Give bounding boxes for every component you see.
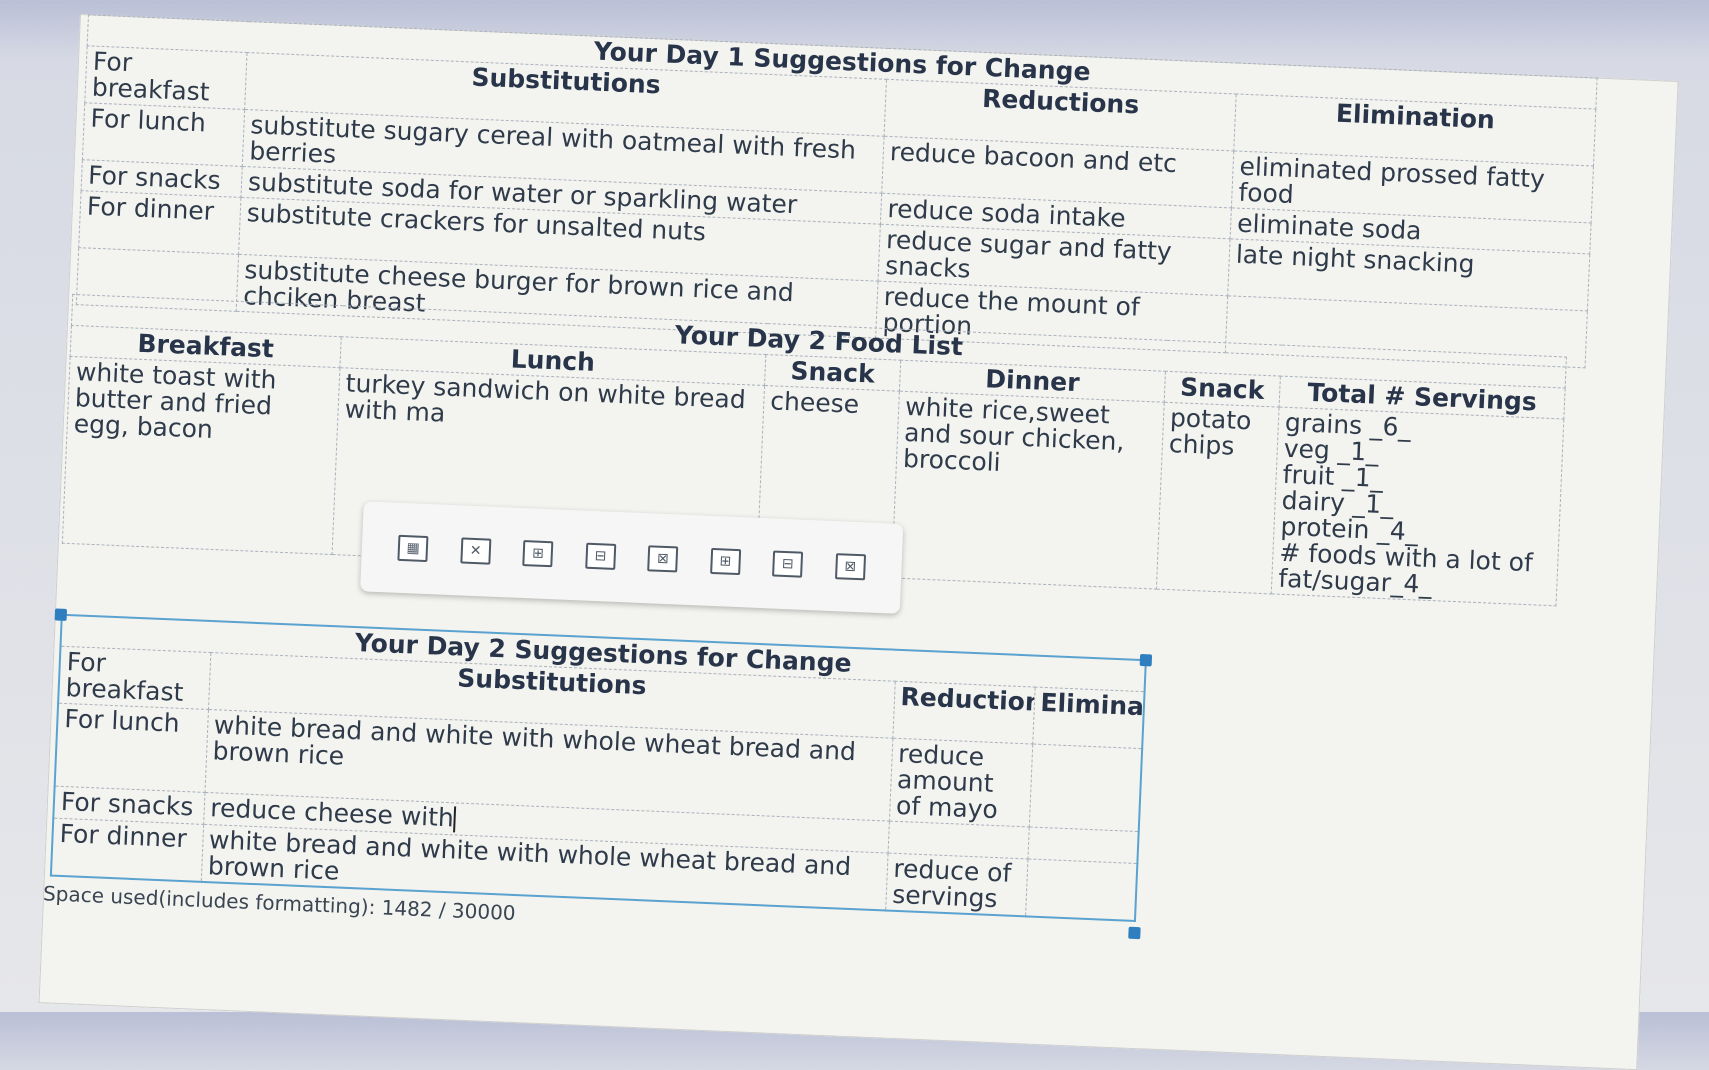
dinner-cell[interactable]: white rice,sweet and sour chicken, brocc…	[891, 391, 1165, 590]
day2s-row-label[interactable]: For dinner	[50, 818, 204, 882]
day2s-reduction-cell[interactable]: reduce of servings	[885, 853, 1028, 917]
delete-row-icon[interactable]: ⊠	[647, 545, 679, 573]
snack-2-cell[interactable]: potato chips	[1156, 402, 1280, 594]
fat-sugar-count: # foods with a lot of fat/sugar_4_	[1277, 537, 1534, 600]
screen: Your Day 1 Suggestions for Change For br…	[0, 0, 1709, 1070]
document-editor[interactable]: Your Day 1 Suggestions for Change For br…	[38, 14, 1679, 1070]
delete-column-icon[interactable]: ⊠	[834, 553, 866, 581]
header-snack-2[interactable]: Snack	[1164, 371, 1281, 408]
day1-row-label[interactable]: For dinner	[78, 190, 241, 255]
text-cursor	[453, 806, 457, 833]
insert-table-icon[interactable]: ▦	[397, 534, 429, 563]
insert-row-above-icon[interactable]: ⊞	[522, 540, 554, 568]
insert-column-left-icon[interactable]: ⊞	[709, 547, 741, 576]
day2s-row-label[interactable]: For breakfast	[58, 646, 211, 710]
day2s-header-elimination[interactable]: Elimination	[1032, 687, 1145, 749]
day2s-row-label[interactable]: For lunch	[54, 703, 208, 793]
day2s-elimination-cell[interactable]	[1027, 826, 1139, 864]
insert-row-below-icon[interactable]: ⊟	[584, 542, 617, 570]
servings-cell[interactable]: grains _6_ veg _1_ fruit _1_ dairy _1_ p…	[1271, 407, 1564, 606]
day2s-elimination-cell[interactable]	[1028, 744, 1143, 832]
table-resize-handle[interactable]	[1128, 926, 1141, 940]
table-resize-handle[interactable]	[1139, 653, 1153, 667]
breakfast-cell[interactable]: white toast with butter and fried egg, b…	[62, 356, 340, 555]
insert-column-right-icon[interactable]: ⊟	[772, 550, 804, 578]
delete-table-icon[interactable]: ✕	[460, 537, 492, 565]
day1-row-label[interactable]: For lunch	[82, 102, 245, 167]
day2s-header-reductions[interactable]: Reductions	[892, 681, 1035, 745]
day2s-reduction-cell[interactable]: reduce amount of mayo	[888, 738, 1033, 827]
day1-row-label[interactable]: For breakfast	[84, 45, 248, 110]
table-resize-handle[interactable]	[54, 608, 68, 621]
day2-suggestions-table[interactable]: Your Day 2 Suggestions for Change For br…	[49, 613, 1147, 923]
day2s-elimination-cell[interactable]	[1025, 858, 1138, 921]
